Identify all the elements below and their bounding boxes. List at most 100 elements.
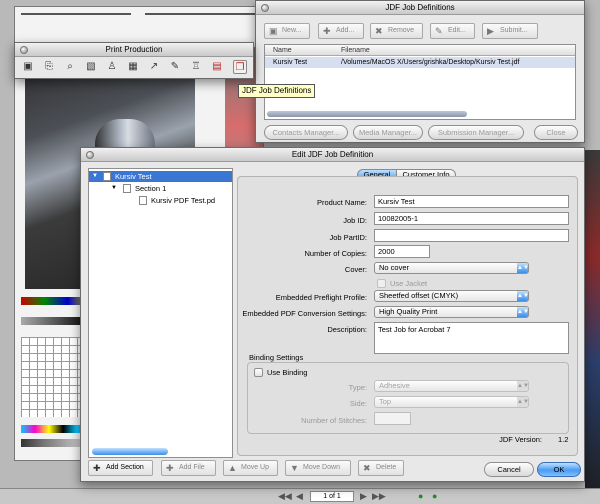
new-label: New... xyxy=(282,27,302,34)
transparency-flattening-icon[interactable]: ♖ xyxy=(189,60,203,74)
chevron-down-icon: ▲▼ xyxy=(517,381,529,391)
job-list-scrollbar[interactable] xyxy=(267,111,467,117)
disclosure-triangle-icon[interactable]: ▼ xyxy=(92,171,98,182)
pdf-settings-popup[interactable]: High Quality Print ▲▼ xyxy=(374,306,529,318)
product-name-field[interactable]: Kursiv Test xyxy=(374,195,569,208)
page-number-field[interactable]: 1 of 1 xyxy=(310,491,354,502)
tree-item-file[interactable]: Kursiv PDF Test.pd xyxy=(89,195,232,206)
job-filename-cell: /Volumes/MacOS X/Users/grishka/Desktop/K… xyxy=(341,59,520,66)
jdf-job-definitions-window: JDF Job Definitions ▣ New... ✚ Add... ✖ Rem… xyxy=(255,0,585,143)
delete-button[interactable]: ✖ Delete xyxy=(358,460,404,476)
use-binding-label: Use Binding xyxy=(267,368,308,377)
media-manager-button[interactable]: Media Manager... xyxy=(353,125,423,140)
palette-title: Print Production xyxy=(105,45,163,54)
chevron-down-icon: ▲▼ xyxy=(517,291,529,301)
close-dialog-icon[interactable] xyxy=(86,151,94,159)
remove-button[interactable]: ✖ Remove xyxy=(370,23,423,39)
product-name-label: Product Name: xyxy=(316,198,367,207)
preflight-icon[interactable]: ⌕ xyxy=(63,60,77,74)
stitches-field[interactable] xyxy=(374,412,411,425)
job-list[interactable]: Name Filename Kursiv Test /Volumes/MacOS… xyxy=(264,44,576,120)
close-palette-icon[interactable] xyxy=(20,46,28,54)
cover-value: No cover xyxy=(379,263,410,272)
go-back-icon[interactable]: ● xyxy=(418,491,423,501)
tree-file-label: Kursiv PDF Test.pd xyxy=(151,196,216,205)
description-label: Description: xyxy=(327,325,367,334)
first-page-icon[interactable]: ◀◀ xyxy=(278,491,292,502)
move-up-button[interactable]: ▲ Move Up xyxy=(223,460,278,476)
add-file-icon: ✚ xyxy=(166,463,174,473)
edit-button[interactable]: ✎ Edit... xyxy=(430,23,475,39)
job-id-field[interactable]: 10082005-1 xyxy=(374,212,569,225)
add-icon: ✚ xyxy=(323,26,331,36)
go-forward-icon[interactable]: ● xyxy=(432,491,437,501)
pdf-settings-label: Embedded PDF Conversion Settings: xyxy=(242,309,367,318)
close-window-icon[interactable] xyxy=(261,4,269,12)
job-partid-field[interactable] xyxy=(374,229,569,242)
chevron-down-icon: ▲▼ xyxy=(517,307,529,317)
cover-label: Cover: xyxy=(344,265,367,274)
job-id-label: Job ID: xyxy=(343,216,367,225)
add-section-label: Add Section xyxy=(106,464,144,471)
convert-colors-icon[interactable]: ▧ xyxy=(84,60,98,74)
dialog-title: Edit JDF Job Definition xyxy=(291,150,374,159)
add-file-button[interactable]: ✚ Add File xyxy=(161,460,216,476)
output-preview-icon[interactable]: ⎘ xyxy=(42,60,56,74)
cover-popup[interactable]: No cover ▲▼ xyxy=(374,262,529,274)
column-filename[interactable]: Filename xyxy=(341,45,370,56)
add-printer-marks-icon[interactable]: ▦ xyxy=(126,60,140,74)
next-page-icon[interactable]: ▶ xyxy=(360,491,367,502)
jdf-version-value: 1.2 xyxy=(558,435,569,444)
print-production-titlebar[interactable]: Print Production xyxy=(15,43,253,57)
new-button[interactable]: ▣ New... xyxy=(264,23,310,39)
edit-titlebar[interactable]: Edit JDF Job Definition xyxy=(81,148,584,162)
move-down-label: Move Down xyxy=(303,464,340,471)
binding-type-popup[interactable]: Adhesive ▲▼ xyxy=(374,380,529,392)
submission-manager-button[interactable]: Submission Manager... xyxy=(428,125,524,140)
jdf-titlebar[interactable]: JDF Job Definitions xyxy=(256,1,584,15)
column-name[interactable]: Name xyxy=(273,45,292,56)
tree-item-section[interactable]: ▼ Section 1 xyxy=(89,183,232,194)
submit-button[interactable]: ▶ Submit... xyxy=(482,23,538,39)
add-file-label: Add File xyxy=(179,464,205,471)
job-structure-tree[interactable]: ▼ Kursiv Test ▼ Section 1 Kursiv PDF Tes… xyxy=(88,168,233,458)
trash-icon: ✖ xyxy=(363,463,371,473)
prev-page-icon[interactable]: ◀ xyxy=(296,491,303,502)
add-section-button[interactable]: ✚ Add Section xyxy=(88,460,153,476)
preflight-profile-popup[interactable]: Sheetfed offset (CMYK) ▲▼ xyxy=(374,290,529,302)
jdf-version-label: JDF Version: xyxy=(499,435,542,444)
trap-presets-icon[interactable]: ▣ xyxy=(21,60,35,74)
tree-item-root[interactable]: ▼ Kursiv Test xyxy=(89,171,232,182)
job-partid-label: Job PartID: xyxy=(329,233,367,242)
contacts-manager-button[interactable]: Contacts Manager... xyxy=(264,125,348,140)
submit-icon: ▶ xyxy=(487,26,494,36)
table-row[interactable]: Kursiv Test /Volumes/MacOS X/Users/grish… xyxy=(265,57,575,68)
fix-hairlines-icon[interactable]: ✎ xyxy=(168,60,182,74)
ink-manager-icon[interactable]: ♙ xyxy=(105,60,119,74)
description-field[interactable]: Test Job for Acrobat 7 xyxy=(374,322,569,354)
close-button[interactable]: Close xyxy=(534,125,578,140)
binding-side-popup[interactable]: Top ▲▼ xyxy=(374,396,529,408)
remove-icon: ✖ xyxy=(375,26,383,36)
copies-field[interactable]: 2000 xyxy=(374,245,430,258)
delete-label: Delete xyxy=(376,464,397,471)
add-button[interactable]: ✚ Add... xyxy=(318,23,364,39)
cancel-button[interactable]: Cancel xyxy=(484,462,534,477)
move-down-button[interactable]: ▼ Move Down xyxy=(285,460,351,476)
pdf-optimizer-icon[interactable]: ▤ xyxy=(210,60,224,74)
crop-pages-icon[interactable]: ↗ xyxy=(147,60,161,74)
job-name-cell: Kursiv Test xyxy=(273,59,308,66)
jdf-job-definitions-icon[interactable]: ❐ xyxy=(233,60,247,74)
ok-button[interactable]: OK xyxy=(537,462,581,477)
binding-type-value: Adhesive xyxy=(379,381,410,390)
document-heading-rule xyxy=(145,13,255,15)
binding-side-value: Top xyxy=(379,397,392,406)
use-jacket-checkbox[interactable] xyxy=(377,279,386,288)
last-page-icon[interactable]: ▶▶ xyxy=(372,491,386,502)
disclosure-triangle-icon[interactable]: ▼ xyxy=(111,183,117,194)
tree-scrollbar[interactable] xyxy=(92,448,168,455)
use-binding-checkbox[interactable] xyxy=(254,368,263,377)
tooltip: JDF Job Definitions xyxy=(238,84,316,98)
print-production-palette: Print Production ▣ ⎘ ⌕ ▧ ♙ ▦ ↗ ✎ ♖ ▤ ❐ xyxy=(14,42,254,79)
edit-jdf-job-definition-window: Edit JDF Job Definition ▼ Kursiv Test ▼ … xyxy=(80,147,585,482)
